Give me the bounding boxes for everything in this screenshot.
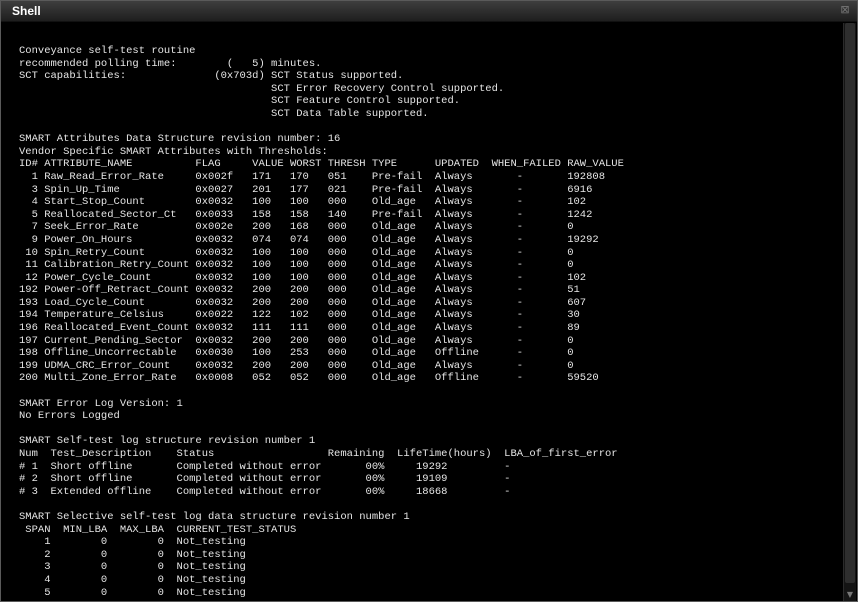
terminal-line: 197 Current_Pending_Sector 0x0032 200 20… — [19, 334, 574, 347]
terminal-line: SMART Error Log Version: 1 — [19, 397, 183, 410]
terminal-line: # 2 Short offline Completed without erro… — [19, 473, 511, 486]
terminal-line: 4 Start_Stop_Count 0x0032 100 100 000 Ol… — [19, 196, 587, 209]
terminal-line: 12 Power_Cycle_Count 0x0032 100 100 000 … — [19, 271, 587, 284]
terminal-line: # 3 Extended offline Completed without e… — [19, 485, 511, 498]
terminal-line: SMART Selective self-test log data struc… — [19, 510, 410, 523]
scrollbar-thumb[interactable] — [845, 23, 855, 583]
terminal-line: 1 Raw_Read_Error_Rate 0x002f 171 170 051… — [19, 170, 605, 183]
terminal-line: 198 Offline_Uncorrectable 0x0030 100 253… — [19, 347, 574, 360]
terminal-line: SCT Error Recovery Control supported. — [19, 82, 505, 95]
terminal-line: # 1 Short offline Completed without erro… — [19, 460, 511, 473]
terminal-line: No Errors Logged — [19, 410, 120, 423]
terminal-output[interactable]: Conveyance self-test routine recommended … — [4, 23, 844, 601]
terminal-line: SCT Feature Control supported. — [19, 95, 461, 108]
terminal-line: SMART Attributes Data Structure revision… — [19, 133, 341, 146]
terminal-line: 192 Power-Off_Retract_Count 0x0032 200 2… — [19, 284, 580, 297]
terminal-line: SMART Self-test log structure revision n… — [19, 435, 316, 448]
terminal-line: Vendor Specific SMART Attributes with Th… — [19, 145, 328, 158]
terminal-line: 193 Load_Cycle_Count 0x0032 200 200 000 … — [19, 296, 587, 309]
terminal-line: 194 Temperature_Celsius 0x0022 122 102 0… — [19, 309, 580, 322]
terminal-line: 3 0 0 Not_testing — [19, 561, 246, 574]
terminal-line: 11 Calibration_Retry_Count 0x0032 100 10… — [19, 259, 574, 272]
terminal-line: ID# ATTRIBUTE_NAME FLAG VALUE WORST THRE… — [19, 158, 624, 171]
terminal-line: 10 Spin_Retry_Count 0x0032 100 100 000 O… — [19, 246, 574, 259]
terminal-line: 1 0 0 Not_testing — [19, 536, 246, 549]
terminal-text: Conveyance self-test routine recommended … — [19, 45, 624, 599]
terminal-line: 3 Spin_Up_Time 0x0027 201 177 021 Pre-fa… — [19, 183, 593, 196]
terminal-line: 7 Seek_Error_Rate 0x002e 200 168 000 Old… — [19, 221, 574, 234]
close-icon[interactable]: ⊠ — [839, 4, 851, 16]
vertical-scrollbar[interactable]: ▼ — [843, 23, 856, 601]
terminal-line: SCT capabilities: (0x703d) SCT Status su… — [19, 70, 404, 83]
terminal-line: 5 Reallocated_Sector_Ct 0x0033 158 158 1… — [19, 208, 593, 221]
terminal-line: 9 Power_On_Hours 0x0032 074 074 000 Old_… — [19, 233, 599, 246]
terminal-line: SCT Data Table supported. — [19, 107, 429, 120]
terminal-line: Conveyance self-test routine — [19, 45, 196, 57]
terminal-line: 2 0 0 Not_testing — [19, 548, 246, 561]
window-title: Shell — [12, 4, 41, 18]
terminal-line: SPAN MIN_LBA MAX_LBA CURRENT_TEST_STATUS — [19, 523, 297, 536]
shell-window: Shell ⊠ Conveyance self-test routine reco… — [0, 0, 858, 602]
terminal-line: 5 0 0 Not_testing — [19, 586, 246, 599]
terminal-line: 196 Reallocated_Event_Count 0x0032 111 1… — [19, 322, 580, 335]
terminal-line: recommended polling time: ( 5) minutes. — [19, 57, 322, 70]
terminal-line: 200 Multi_Zone_Error_Rate 0x0008 052 052… — [19, 372, 599, 385]
terminal-line: 4 0 0 Not_testing — [19, 573, 246, 586]
scroll-down-icon[interactable]: ▼ — [844, 589, 856, 601]
terminal-line: 199 UDMA_CRC_Error_Count 0x0032 200 200 … — [19, 359, 574, 372]
terminal-line: Num Test_Description Status Remaining Li… — [19, 448, 618, 460]
title-bar[interactable]: Shell ⊠ — [1, 1, 857, 22]
